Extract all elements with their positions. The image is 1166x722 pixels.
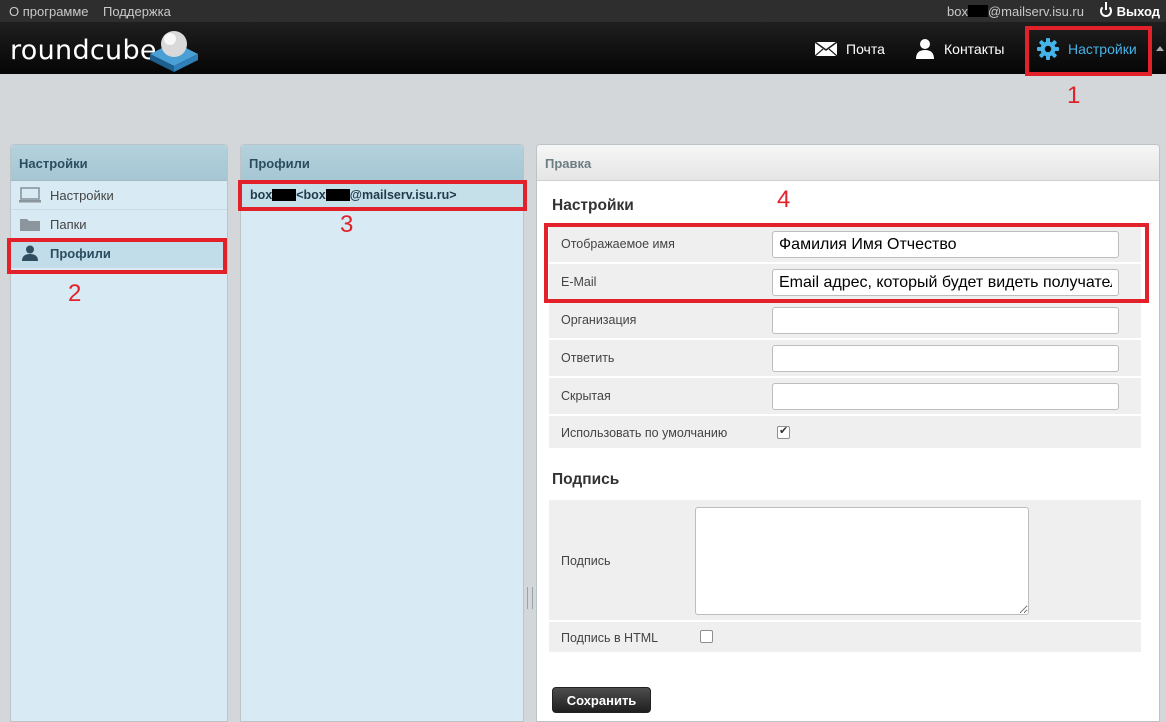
signature-label: Подпись xyxy=(561,554,611,568)
roundcube-logo-icon xyxy=(150,31,198,72)
redacted-block xyxy=(272,189,297,201)
caret-up-icon[interactable] xyxy=(1156,46,1164,51)
sidebar-item-identities[interactable]: Профили xyxy=(11,239,227,268)
default-label: Использовать по умолчанию xyxy=(561,426,728,440)
top-bar: О программе Поддержка box @mailserv.isu.r… xyxy=(0,0,1166,22)
support-link[interactable]: Поддержка xyxy=(103,4,171,19)
field-row-signature: Подпись xyxy=(549,500,1141,620)
logout-button[interactable]: Выход xyxy=(1099,2,1160,19)
nav-settings[interactable]: Настройки xyxy=(1036,36,1137,62)
sidebar-item-folders[interactable]: Папки xyxy=(11,210,227,239)
settings-sidebar: Настройки Настройки Папки Профили xyxy=(10,144,228,722)
annotation-number-1: 1 xyxy=(1067,82,1081,109)
identities-title: Профили xyxy=(241,145,523,181)
redacted-block xyxy=(967,5,988,17)
field-row-bcc: Скрытая xyxy=(549,378,1141,414)
email-input[interactable] xyxy=(772,269,1119,296)
identity-item[interactable]: box <box @mailserv.isu.ru> xyxy=(241,181,523,209)
bcc-label: Скрытая xyxy=(561,389,611,403)
nav-mail[interactable]: Почта xyxy=(814,36,885,62)
name-input[interactable] xyxy=(772,231,1119,258)
name-label: Отображаемое имя xyxy=(561,237,675,251)
identities-panel: Профили box <box @mailserv.isu.ru> xyxy=(240,144,524,722)
field-row-organization: Организация xyxy=(549,302,1141,338)
nav-contacts[interactable]: Контакты xyxy=(914,36,1004,62)
section-settings-title: Настройки xyxy=(552,197,634,214)
gear-icon xyxy=(1037,38,1059,60)
sidebar-item-preferences[interactable]: Настройки xyxy=(11,181,227,210)
person-icon xyxy=(916,39,934,59)
section-signature-title: Подпись xyxy=(552,471,620,488)
about-link[interactable]: О программе xyxy=(9,4,89,19)
annotation-number-3: 3 xyxy=(340,211,354,238)
annotation-number-4: 4 xyxy=(777,186,791,213)
annotation-number-2: 2 xyxy=(68,280,82,307)
organization-input[interactable] xyxy=(772,307,1119,334)
field-row-email: E-Mail xyxy=(549,264,1141,300)
edit-identity-panel: Правка Настройки Отображаемое имя E-Mail… xyxy=(536,144,1160,722)
field-row-reply-to: Ответить xyxy=(549,340,1141,376)
user-email: box @mailserv.isu.ru xyxy=(947,4,1084,19)
panel-splitter[interactable] xyxy=(527,587,533,609)
edit-title: Правка xyxy=(537,145,1159,181)
field-row-signature-html: Подпись в HTML xyxy=(549,622,1141,652)
signature-textarea[interactable] xyxy=(695,507,1029,615)
signature-html-checkbox[interactable] xyxy=(700,630,713,643)
default-checkbox[interactable] xyxy=(777,424,790,439)
save-button[interactable]: Сохранить xyxy=(552,687,651,713)
person-icon xyxy=(22,245,38,261)
bcc-input[interactable] xyxy=(772,383,1119,410)
sidebar-title: Настройки xyxy=(11,145,227,181)
monitor-icon xyxy=(19,187,41,203)
folder-icon xyxy=(20,219,40,231)
reply-to-label: Ответить xyxy=(561,351,615,365)
email-label: E-Mail xyxy=(561,275,597,289)
field-row-default: Использовать по умолчанию xyxy=(549,416,1141,448)
redacted-block xyxy=(325,189,350,201)
logo: roundcube xyxy=(10,35,157,66)
field-row-name: Отображаемое имя xyxy=(549,226,1141,262)
signature-html-label: Подпись в HTML xyxy=(561,631,659,645)
power-icon xyxy=(1099,2,1112,17)
header: roundcube Почта Контакты Настройки xyxy=(0,22,1166,74)
organization-label: Организация xyxy=(561,313,637,327)
envelope-icon xyxy=(814,41,838,57)
reply-to-input[interactable] xyxy=(772,345,1119,372)
